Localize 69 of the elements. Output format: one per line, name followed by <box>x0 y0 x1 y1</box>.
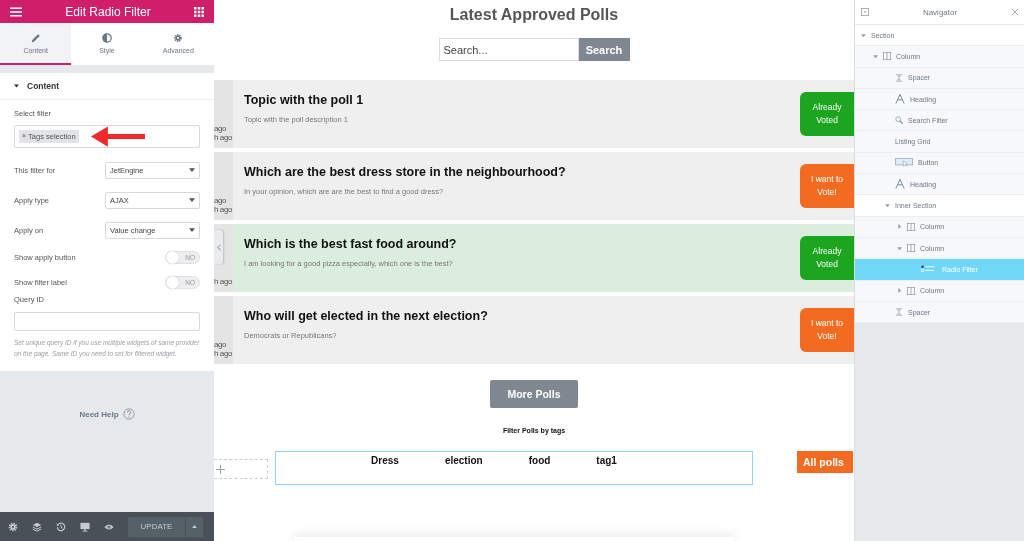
time-label: ago <box>214 340 227 349</box>
time-label: h ago <box>214 277 233 286</box>
vote-button[interactable]: I want to Vote! <box>800 308 854 352</box>
heading-icon <box>895 179 905 190</box>
caret-icon <box>189 168 195 172</box>
all-polls-button[interactable]: All polls <box>797 451 853 473</box>
update-button[interactable]: UPDATE <box>128 516 185 537</box>
column-icon <box>907 244 915 253</box>
options-button[interactable] <box>186 516 203 537</box>
help-link[interactable]: Need Help <box>79 407 135 421</box>
caret-icon[interactable] <box>861 32 866 38</box>
caret-icon[interactable] <box>897 288 902 294</box>
vote-button[interactable]: Already Voted <box>800 236 854 280</box>
caret-icon[interactable] <box>885 203 890 208</box>
filter-option[interactable]: election <box>444 455 483 468</box>
settings-icon <box>173 32 184 43</box>
page-heading: Latest Approved Polls <box>449 6 619 24</box>
layers-icon[interactable] <box>32 521 42 532</box>
search-button[interactable]: Search <box>578 38 630 61</box>
caret-icon <box>192 525 197 528</box>
spacer-icon <box>895 73 903 82</box>
help-icon <box>122 408 135 420</box>
input-field[interactable] <box>14 312 200 331</box>
poll-title: Which are the best dress store in the neighbourhood? <box>244 164 566 179</box>
pencil-icon <box>30 32 41 43</box>
time-label: ago <box>214 124 227 133</box>
panel-title: Edit Radio Filter <box>65 4 151 19</box>
time-label: h ago <box>214 133 233 142</box>
menu-icon[interactable] <box>10 6 22 17</box>
caret-icon[interactable] <box>897 245 902 251</box>
button-icon <box>895 158 913 168</box>
vote-button[interactable]: Already Voted <box>800 92 854 136</box>
desktop-icon[interactable] <box>80 521 90 532</box>
contrast-icon <box>102 32 112 43</box>
collapse-icon[interactable] <box>861 8 869 16</box>
time-label: h ago <box>214 205 233 214</box>
search-icon <box>895 116 903 125</box>
poll-title: Topic with the poll 1 <box>244 92 364 107</box>
navigator-title: Navigator <box>922 7 958 17</box>
column-icon <box>907 286 915 295</box>
pointer-arrow <box>90 126 145 147</box>
list-icon <box>919 264 937 274</box>
search-field[interactable]: Search... <box>438 38 579 61</box>
column-icon <box>907 222 915 231</box>
filter-option[interactable]: Dress <box>371 455 399 468</box>
time-label: ago <box>214 196 227 205</box>
collapse-handle[interactable] <box>214 230 223 264</box>
add-column-placeholder[interactable] <box>214 459 268 479</box>
poll-title: Who will get elected in the next election? <box>244 308 488 323</box>
caret-icon[interactable] <box>873 53 878 59</box>
spacer-icon <box>895 308 903 316</box>
settings-icon[interactable] <box>8 521 18 532</box>
more-polls-button[interactable]: More Polls <box>490 380 578 408</box>
caret-icon[interactable] <box>897 224 902 230</box>
caret-icon <box>189 228 195 232</box>
chevron-icon <box>216 243 221 251</box>
heading-icon <box>895 94 905 105</box>
filter-option[interactable]: food <box>528 455 551 468</box>
poll-title: Which is the best fast food around? <box>244 236 457 251</box>
plus-icon <box>216 464 225 474</box>
column-icon <box>883 52 891 61</box>
time-label: h ago <box>214 349 233 358</box>
history-icon[interactable] <box>56 521 66 532</box>
apps-grid-icon[interactable] <box>194 6 204 17</box>
vote-button[interactable]: I want to Vote! <box>800 164 854 208</box>
close-icon[interactable] <box>1011 8 1019 16</box>
filter-option[interactable]: tag1 <box>596 455 617 468</box>
caret-icon <box>14 84 19 88</box>
caret-icon <box>189 198 195 202</box>
